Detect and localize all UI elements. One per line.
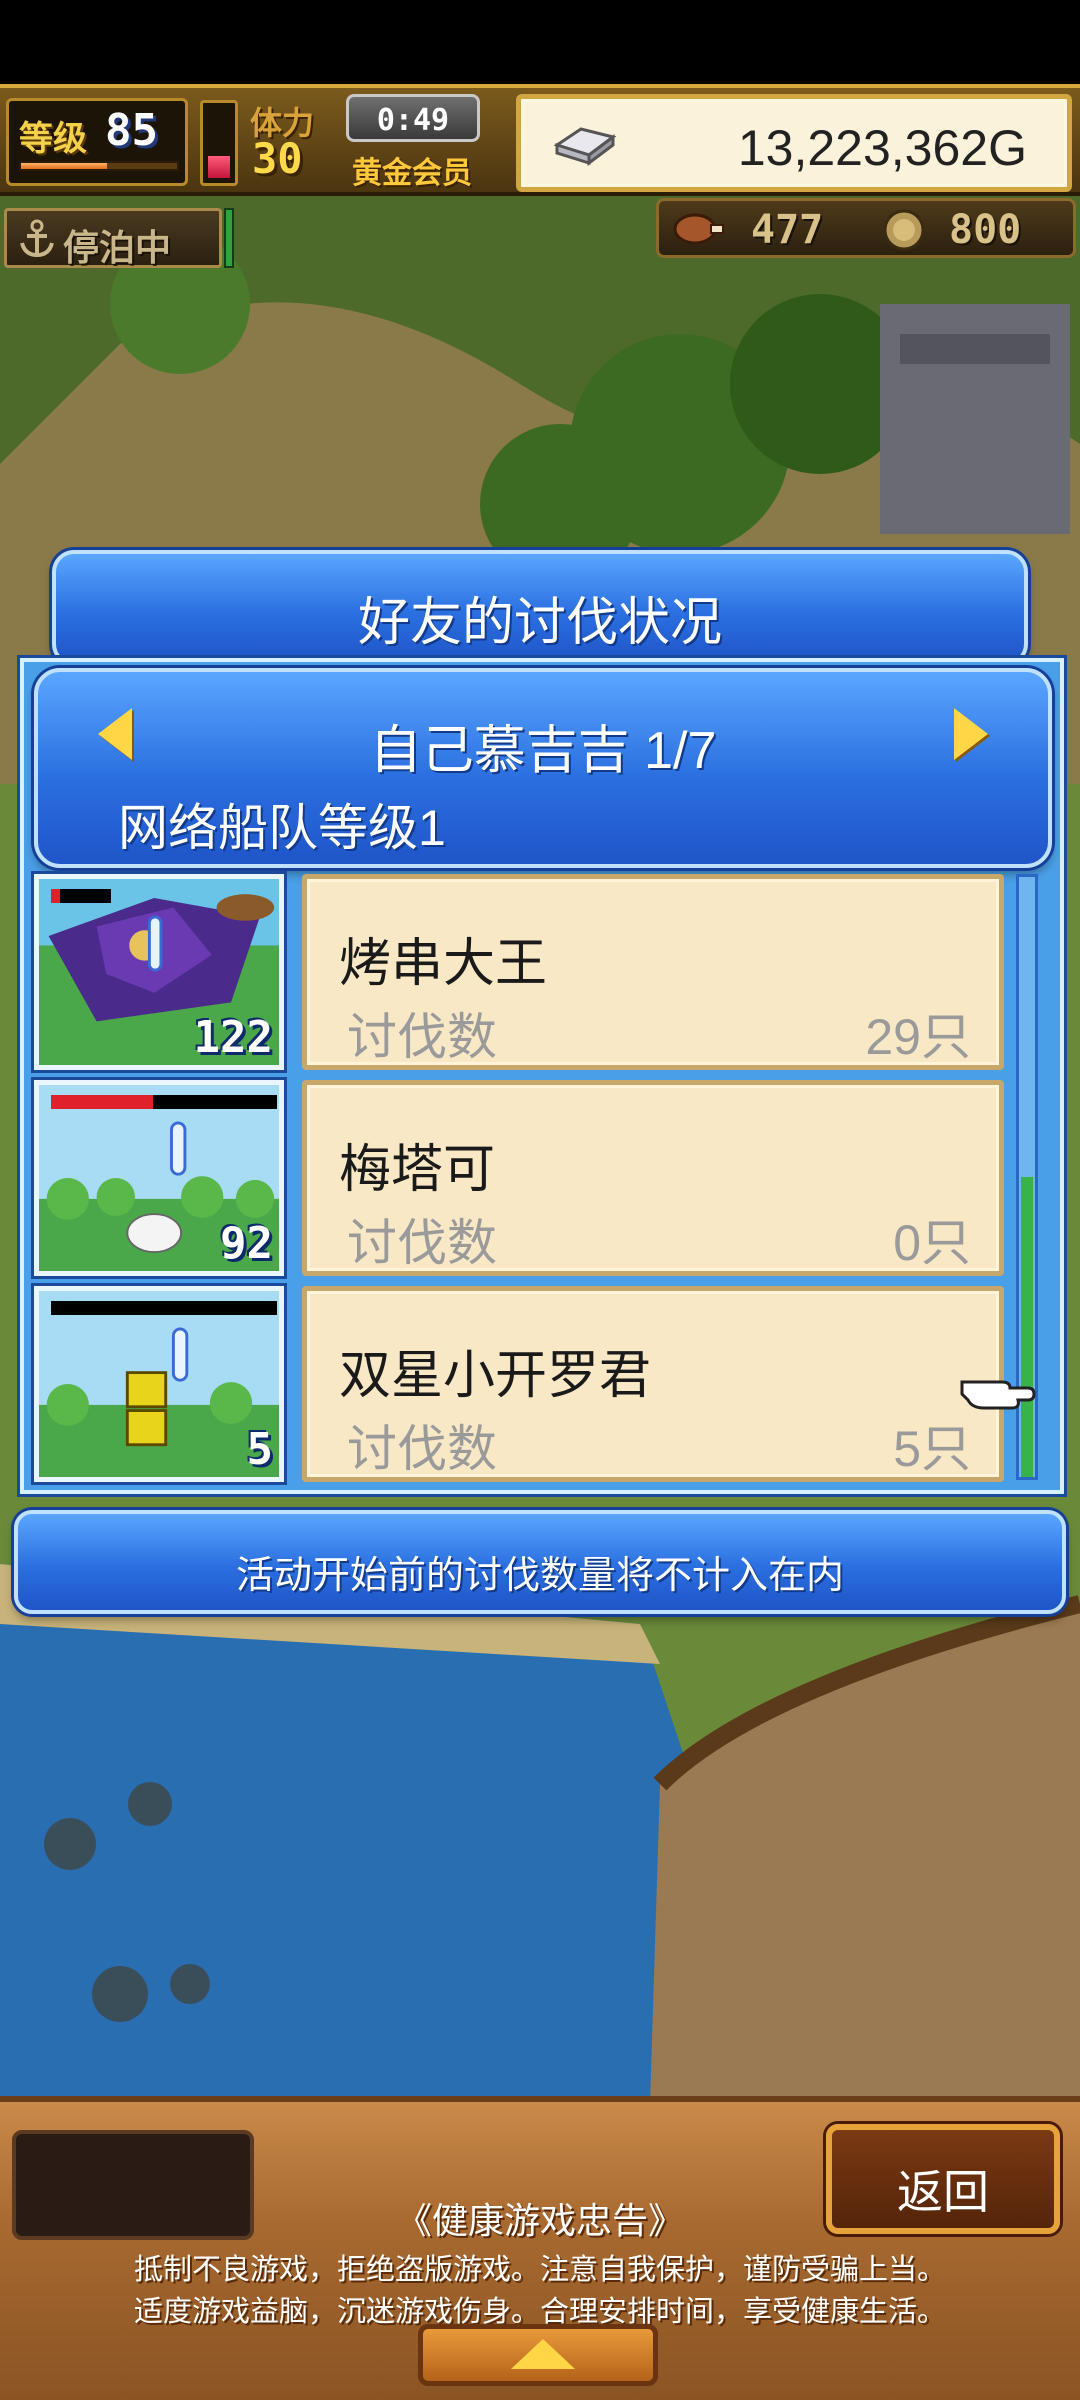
level-panel: 等级 85 bbox=[6, 98, 188, 186]
monster-thumbnail: 5 bbox=[34, 1286, 284, 1482]
silver-bar-icon bbox=[553, 127, 617, 166]
target-name: 烤串大王 bbox=[339, 935, 548, 993]
target-row[interactable]: 5 双星小开罗君 讨伐数 5只 bbox=[34, 1286, 1004, 1486]
kill-count-value: 5只 bbox=[893, 1421, 971, 1477]
friend-header: 自己慕吉吉 1/7 网络船队等级1 bbox=[34, 668, 1052, 868]
dialog-title-bar: 好友的讨伐状况 bbox=[52, 550, 1028, 666]
dialog-title: 好友的讨伐状况 bbox=[357, 594, 722, 652]
enemy-hp-bar bbox=[51, 1095, 277, 1109]
coin-icon bbox=[883, 209, 925, 251]
notice-bar: 活动开始前的讨伐数量将不计入在内 bbox=[14, 1510, 1066, 1614]
money-value: 13,223,362G bbox=[737, 120, 1027, 176]
target-card[interactable]: 双星小开罗君 讨伐数 5只 bbox=[302, 1286, 1004, 1482]
monster-number: 5 bbox=[246, 1424, 274, 1475]
enemy-hp-fill bbox=[51, 889, 60, 903]
monster-number: 122 bbox=[193, 1012, 273, 1063]
target-card[interactable]: 烤串大王 讨伐数 29只 bbox=[302, 874, 1004, 1070]
scrollbar-thumb[interactable] bbox=[1021, 1177, 1033, 1477]
stamina-gauge bbox=[200, 100, 238, 186]
level-label: 等级 bbox=[19, 119, 87, 159]
kill-count-value: 0只 bbox=[893, 1215, 971, 1271]
target-row[interactable]: 92 梅塔可 讨伐数 0只 bbox=[34, 1080, 1004, 1280]
notice-text: 活动开始前的讨伐数量将不计入在内 bbox=[235, 1555, 844, 1597]
monster-number: 92 bbox=[220, 1218, 273, 1269]
timer-text: 0:49 bbox=[376, 103, 450, 138]
stamina-gauge-fill bbox=[208, 156, 230, 178]
docked-label: 停泊中 bbox=[63, 228, 172, 269]
kill-count-label: 讨伐数 bbox=[347, 1009, 497, 1065]
enemy-hp-bar bbox=[51, 889, 111, 903]
monster-thumbnail: 122 bbox=[34, 874, 284, 1070]
docked-indicator bbox=[224, 208, 234, 268]
level-exp-fill bbox=[21, 163, 107, 169]
level-value: 85 bbox=[105, 105, 158, 156]
target-row[interactable]: 122 烤串大王 讨伐数 29只 bbox=[34, 874, 1004, 1074]
money-panel[interactable]: 13,223,362G bbox=[516, 94, 1072, 192]
level-exp-bar bbox=[19, 161, 179, 171]
coin-count: 800 bbox=[949, 207, 1022, 253]
pointing-hand-icon bbox=[960, 1380, 1036, 1410]
anchor-icon bbox=[20, 219, 54, 258]
bottom-panel: 返回 《健康游戏忠告》 抵制不良游戏，拒绝盗版游戏。注意自我保护，谨防受骗上当。… bbox=[0, 2096, 1080, 2400]
fleet-level: 网络船队等级1 bbox=[118, 800, 446, 856]
enemy-hp-fill bbox=[51, 1095, 153, 1109]
top-hud: 等级 85 体力 30 0:49 黄金会员 13,223,362G bbox=[0, 84, 1080, 196]
kill-count-label: 讨伐数 bbox=[347, 1421, 497, 1477]
kill-count-label: 讨伐数 bbox=[347, 1215, 497, 1271]
membership-badge[interactable]: 黄金会员 bbox=[352, 148, 472, 192]
health-advisory-line: 抵制不良游戏，拒绝盗版游戏。注意自我保护，谨防受骗上当。 bbox=[133, 2254, 946, 2286]
up-arrow-icon bbox=[511, 2339, 575, 2369]
expand-menu-button[interactable] bbox=[418, 2324, 658, 2386]
target-name: 双星小开罗君 bbox=[339, 1347, 652, 1405]
next-friend-arrow-icon[interactable] bbox=[954, 708, 988, 760]
resource-bar: 477 800 bbox=[656, 198, 1076, 258]
docked-status: 停泊中 bbox=[4, 208, 222, 269]
stamina-timer: 0:49 bbox=[346, 94, 480, 142]
meat-count: 477 bbox=[751, 207, 824, 253]
kill-count-value: 29只 bbox=[865, 1009, 971, 1065]
enemy-hp-bar bbox=[51, 1301, 277, 1315]
target-card[interactable]: 梅塔可 讨伐数 0只 bbox=[302, 1080, 1004, 1276]
monster-thumbnail: 92 bbox=[34, 1080, 284, 1276]
friend-name: 自己慕吉吉 1/7 bbox=[369, 722, 717, 780]
meat-icon bbox=[673, 213, 724, 245]
health-advisory-title: 《健康游戏忠告》 bbox=[395, 2200, 684, 2241]
target-name: 梅塔可 bbox=[339, 1141, 496, 1199]
stamina-value: 30 bbox=[252, 134, 303, 183]
